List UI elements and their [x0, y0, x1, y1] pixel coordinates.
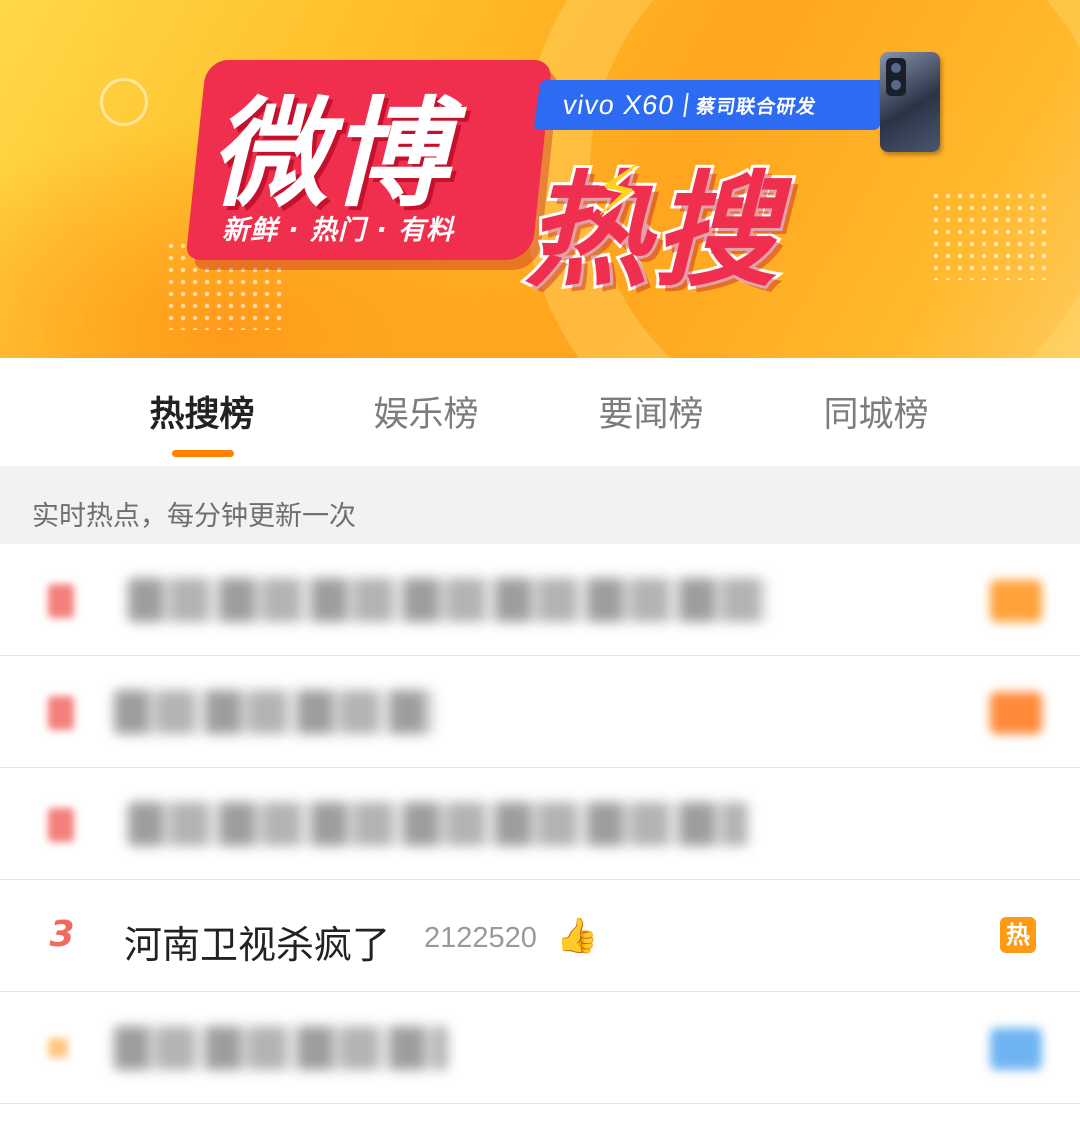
active-tab-indicator	[172, 450, 234, 457]
logo-weibo-text: 微博	[210, 85, 451, 223]
banner-tagline: 新鲜 · 热门 · 有料	[222, 215, 455, 246]
sponsor-brand: vivo X60	[560, 89, 677, 120]
hot-badge: 热	[1000, 917, 1036, 953]
hot-search-list: 3 河南卫视杀疯了 2122520 👍 热	[0, 544, 1080, 1104]
badge-blurred	[990, 580, 1042, 622]
tab-entertainment[interactable]: 娱乐榜	[341, 386, 511, 437]
search-count: 2122520	[424, 922, 537, 954]
title-blurred	[128, 578, 768, 622]
hot-search-banner[interactable]: 微博 新鲜 · 热门 · 有料 热搜 ⚡ vivo X60 蔡司联合研发	[0, 0, 1080, 358]
divider	[682, 93, 689, 117]
phone-product-image	[880, 52, 940, 152]
hot-search-title[interactable]: 河南卫视杀疯了	[124, 914, 390, 969]
sponsor-tag: vivo X60 蔡司联合研发	[533, 80, 887, 130]
list-item[interactable]: 3 河南卫视杀疯了 2122520 👍 热	[0, 880, 1080, 992]
list-item[interactable]	[0, 768, 1080, 880]
rank-number: 3	[49, 914, 75, 955]
tab-local[interactable]: 同城榜	[791, 386, 961, 437]
list-item[interactable]	[0, 656, 1080, 768]
list-item[interactable]	[0, 544, 1080, 656]
phone-camera-module	[886, 58, 906, 96]
list-item[interactable]	[0, 992, 1080, 1104]
title-blurred	[128, 802, 748, 846]
title-blurred	[114, 690, 434, 734]
rank-number-blurred	[48, 808, 74, 842]
rank-number-blurred	[48, 584, 74, 618]
lightning-icon: ⚡	[594, 150, 644, 232]
sponsor-text: 蔡司联合研发	[694, 95, 818, 118]
thumbs-up-icon: 👍	[556, 916, 599, 956]
badge-blurred	[990, 1028, 1042, 1070]
logo-hot-search-text: 热搜	[522, 157, 782, 307]
tab-hot-search[interactable]: 热搜榜	[117, 386, 287, 437]
realtime-notice-text: 实时热点，每分钟更新一次	[32, 501, 356, 532]
banner-ring-decoration	[100, 78, 148, 126]
title-blurred	[114, 1026, 448, 1070]
rank-number-blurred	[48, 1038, 68, 1058]
tab-news[interactable]: 要闻榜	[566, 386, 736, 437]
ranking-tabs: 热搜榜 娱乐榜 要闻榜 同城榜	[0, 358, 1080, 466]
realtime-notice: 实时热点，每分钟更新一次	[0, 466, 1080, 544]
banner-dots-decoration	[930, 190, 1050, 280]
badge-blurred	[990, 692, 1042, 734]
rank-number-blurred	[48, 696, 74, 730]
